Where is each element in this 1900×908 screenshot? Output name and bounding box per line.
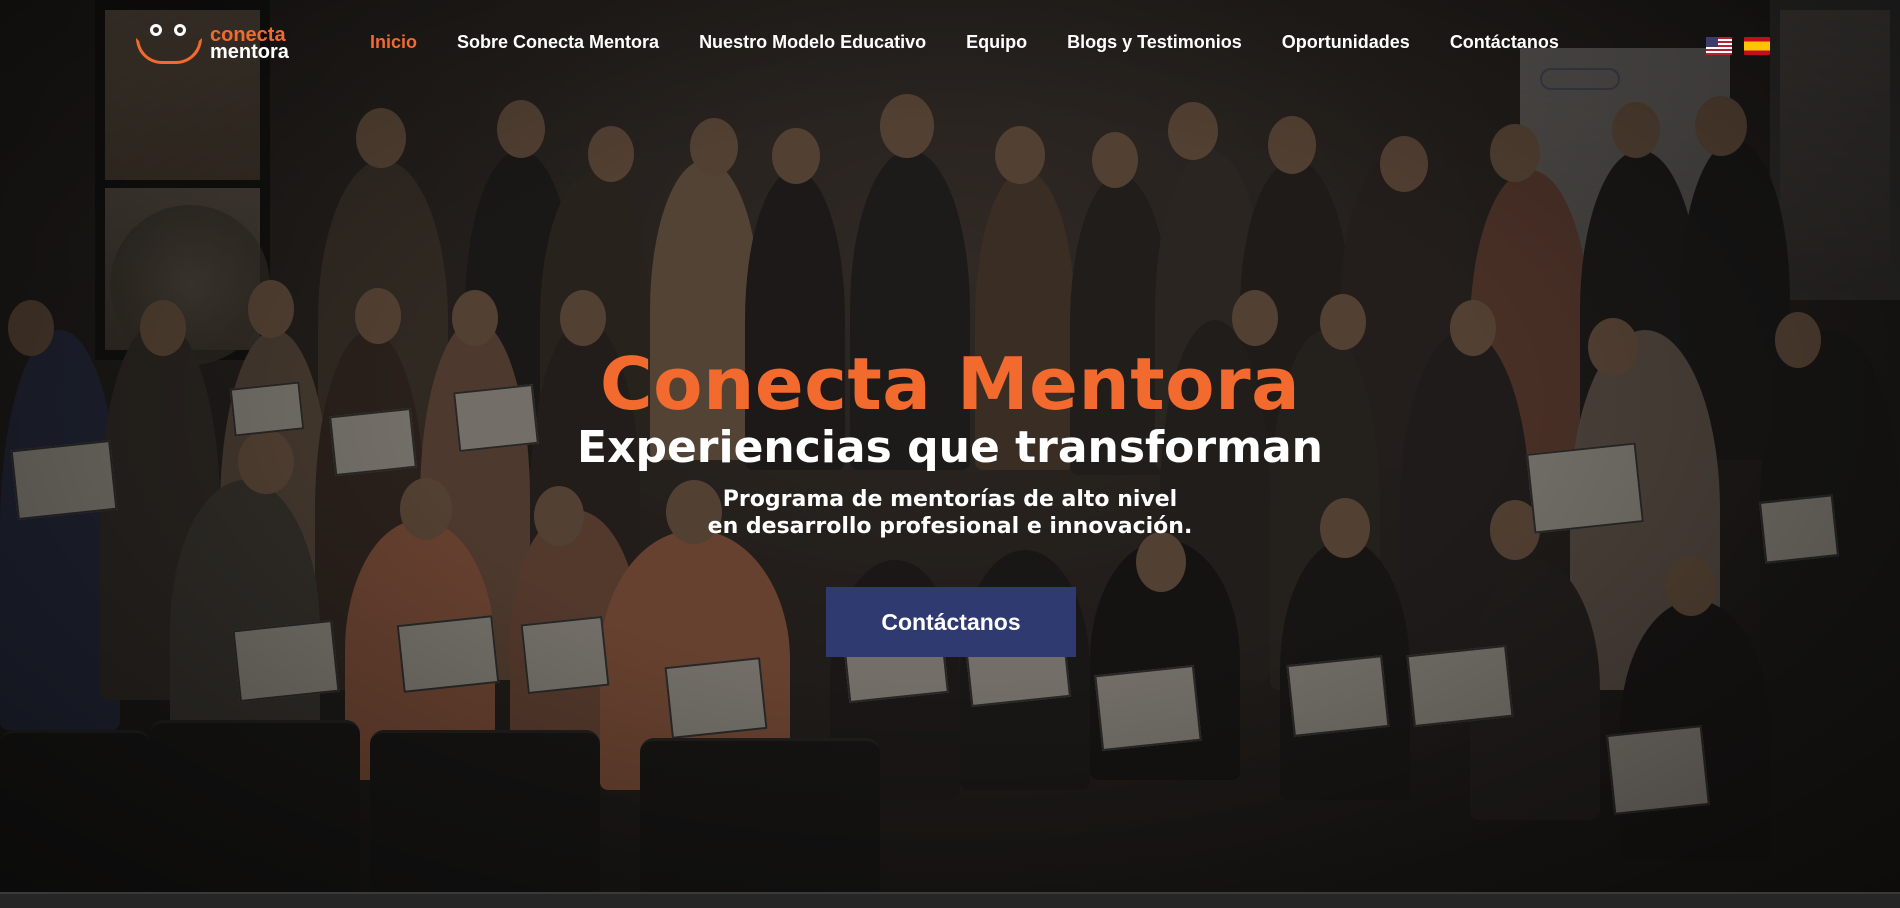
main-nav: Inicio Sobre Conecta Mentora Nuestro Mod…: [370, 32, 1599, 53]
hero-subtitle: Experiencias que transforman: [577, 422, 1323, 473]
nav-item-sobre[interactable]: Sobre Conecta Mentora: [457, 32, 659, 53]
site-header: conecta mentora Inicio Sobre Conecta Men…: [0, 0, 1900, 90]
nav-item-oportunidades[interactable]: Oportunidades: [1282, 32, 1410, 53]
nav-item-inicio[interactable]: Inicio: [370, 32, 417, 53]
hero-description: Programa de mentorías de alto nivel en d…: [0, 486, 1900, 540]
nav-item-modelo-educativo[interactable]: Nuestro Modelo Educativo: [699, 32, 926, 53]
nav-item-contactanos[interactable]: Contáctanos: [1450, 32, 1559, 53]
bottom-bar: [0, 892, 1900, 908]
contact-cta-button[interactable]: Contáctanos: [826, 587, 1076, 657]
brand-line-2: mentora: [210, 41, 289, 63]
hero-description-line-1: Programa de mentorías de alto nivel: [722, 487, 1178, 512]
nav-item-blogs[interactable]: Blogs y Testimonios: [1067, 32, 1242, 53]
hero-description-line-2: en desarrollo profesional e innovación.: [707, 514, 1193, 539]
spain-flag-icon[interactable]: [1744, 37, 1770, 55]
nav-item-equipo[interactable]: Equipo: [966, 32, 1027, 53]
hero-title: Conecta Mentora: [599, 342, 1301, 426]
us-flag-icon[interactable]: [1706, 37, 1732, 55]
conecta-mentora-logo-icon: [134, 22, 204, 66]
language-switcher: [1706, 37, 1770, 55]
brand-logo[interactable]: conecta mentora: [134, 22, 289, 66]
brand-wordmark: conecta mentora: [210, 25, 289, 63]
hero-section: Conecta Mentora Experiencias que transfo…: [0, 0, 1900, 892]
